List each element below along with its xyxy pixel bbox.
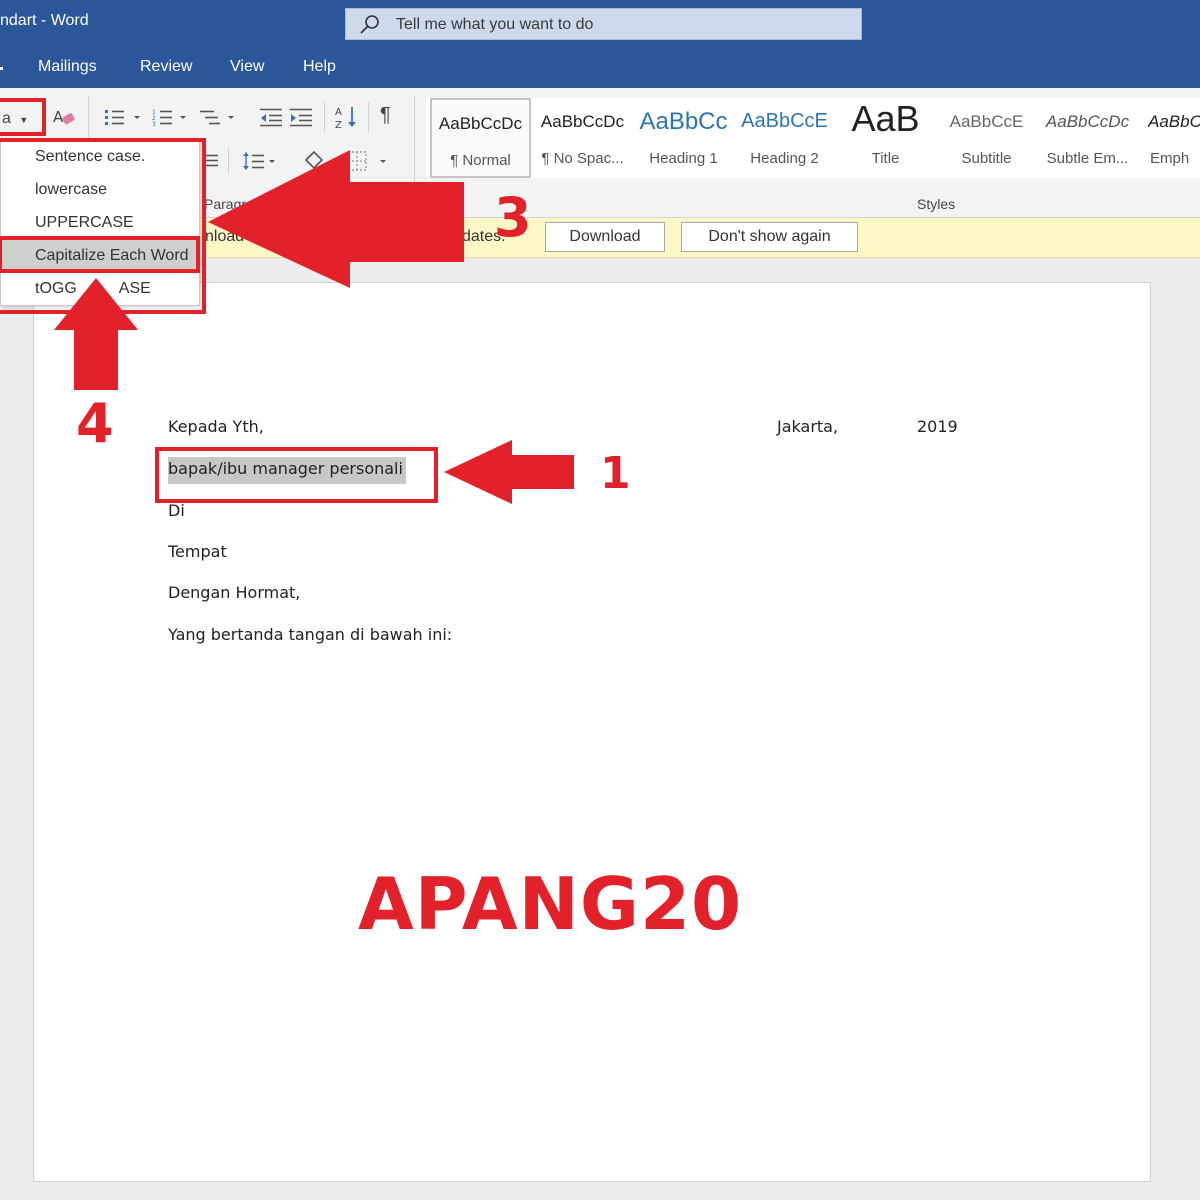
divider — [324, 102, 325, 132]
highlight-capitalize-item — [0, 236, 200, 273]
style-name: Subtitle — [961, 150, 1012, 167]
tell-me-placeholder: Tell me what you want to do — [396, 16, 594, 33]
style-sample: AaBbCcDc — [438, 114, 523, 133]
style-subtle-emphasis[interactable]: AaBbCcDc Subtle Em... — [1037, 98, 1138, 178]
recipient-line: Kepada Yth, — [168, 417, 264, 436]
title-bar: ndart - Word Tell me what you want to do — [0, 0, 1200, 46]
style-name: Heading 2 — [750, 150, 819, 167]
clear-formatting-icon[interactable]: A — [52, 106, 76, 133]
style-heading-1[interactable]: AaBbCc Heading 1 — [633, 98, 734, 178]
style-sample: AaBbCc — [639, 108, 728, 135]
decrease-indent-icon[interactable] — [258, 106, 284, 133]
justify-icon[interactable] — [204, 152, 218, 175]
style-name: ¶ Normal — [450, 152, 511, 169]
paragraph-group-label: Paragra — [204, 196, 254, 212]
style-sample: AaBbCcDc — [1045, 112, 1130, 131]
shading-icon[interactable] — [302, 150, 332, 177]
style-name: Heading 1 — [649, 150, 718, 167]
document-line: Yang bertanda tangan di bawah ini: — [168, 625, 453, 644]
svg-text:3: 3 — [152, 121, 156, 128]
show-formatting-icon[interactable]: ¶ — [380, 104, 391, 127]
highlight-change-case-menu — [0, 138, 206, 314]
sort-icon[interactable]: AZ — [334, 104, 360, 135]
step-4-label: 4 — [76, 392, 114, 455]
style-normal[interactable]: AaBbCcDc ¶ Normal — [430, 98, 531, 178]
tell-me-search[interactable]: Tell me what you want to do — [345, 8, 862, 40]
divider — [228, 148, 229, 174]
tab-mailings[interactable]: Mailings — [38, 58, 97, 76]
style-sample: AaBbC — [1148, 112, 1200, 131]
message-text-left: nload — [205, 228, 245, 245]
place-text: Jakarta, — [777, 417, 839, 436]
bullets-icon[interactable] — [104, 106, 144, 133]
document-line: Dengan Hormat, — [168, 583, 301, 602]
styles-group-label: Styles — [917, 196, 956, 212]
tab-view[interactable]: View — [230, 58, 264, 76]
document-page[interactable]: Kepada Yth, Jakarta, 2019 bapak/ibu mana… — [33, 282, 1151, 1182]
borders-icon[interactable] — [346, 150, 390, 177]
style-name: ¶ No Spac... — [541, 150, 624, 167]
style-name: Title — [871, 150, 900, 167]
tab-review[interactable]: Review — [140, 58, 192, 76]
year-text: 2019 — [917, 417, 958, 436]
style-subtitle[interactable]: AaBbCcE Subtitle — [936, 98, 1037, 178]
highlight-change-case-button — [0, 98, 46, 136]
style-name: Emph — [1150, 150, 1190, 167]
tab-help[interactable]: Help — [303, 58, 336, 76]
style-sample: AaBbCcDc — [540, 112, 625, 131]
increase-indent-icon[interactable] — [288, 106, 314, 133]
download-button[interactable]: Download — [545, 222, 665, 252]
watermark-text: APANG20 — [358, 862, 743, 946]
ribbon-tabs: Mailings Review View Help — [0, 46, 1200, 88]
svg-text:A: A — [335, 107, 342, 118]
style-sample: AaB — [851, 98, 920, 139]
highlight-selected-text — [155, 447, 438, 503]
step-3-label: 3 — [494, 186, 532, 249]
divider — [414, 96, 415, 206]
line-spacing-icon[interactable] — [242, 150, 278, 177]
divider — [368, 102, 369, 132]
document-line: Di — [168, 501, 185, 520]
style-heading-2[interactable]: AaBbCcE Heading 2 — [734, 98, 835, 178]
document-line: Tempat — [168, 542, 227, 561]
style-emphasis[interactable]: AaBbC Emph — [1138, 98, 1200, 178]
multilevel-list-icon[interactable] — [198, 106, 238, 133]
dont-show-again-button[interactable]: Don't show again — [681, 222, 858, 252]
step-1-label: 1 — [600, 448, 631, 499]
style-sample: AaBbCcE — [949, 112, 1024, 131]
svg-text:Z: Z — [335, 120, 342, 130]
style-no-spacing[interactable]: AaBbCcDc ¶ No Spac... — [532, 98, 633, 178]
style-title[interactable]: AaB Title — [835, 98, 936, 178]
style-sample: AaBbCcE — [741, 110, 828, 132]
search-icon — [358, 14, 382, 41]
document-canvas: Kepada Yth, Jakarta, 2019 bapak/ibu mana… — [0, 258, 1200, 1200]
svg-text:A: A — [53, 108, 64, 126]
style-name: Subtle Em... — [1046, 150, 1129, 167]
window-title: ndart - Word — [0, 12, 89, 29]
numbering-icon[interactable]: 123 — [152, 106, 192, 133]
styles-gallery: AaBbCcDc ¶ Normal AaBbCcDc ¶ No Spac... … — [426, 98, 1200, 178]
tab-overflow-indicator — [0, 67, 3, 70]
